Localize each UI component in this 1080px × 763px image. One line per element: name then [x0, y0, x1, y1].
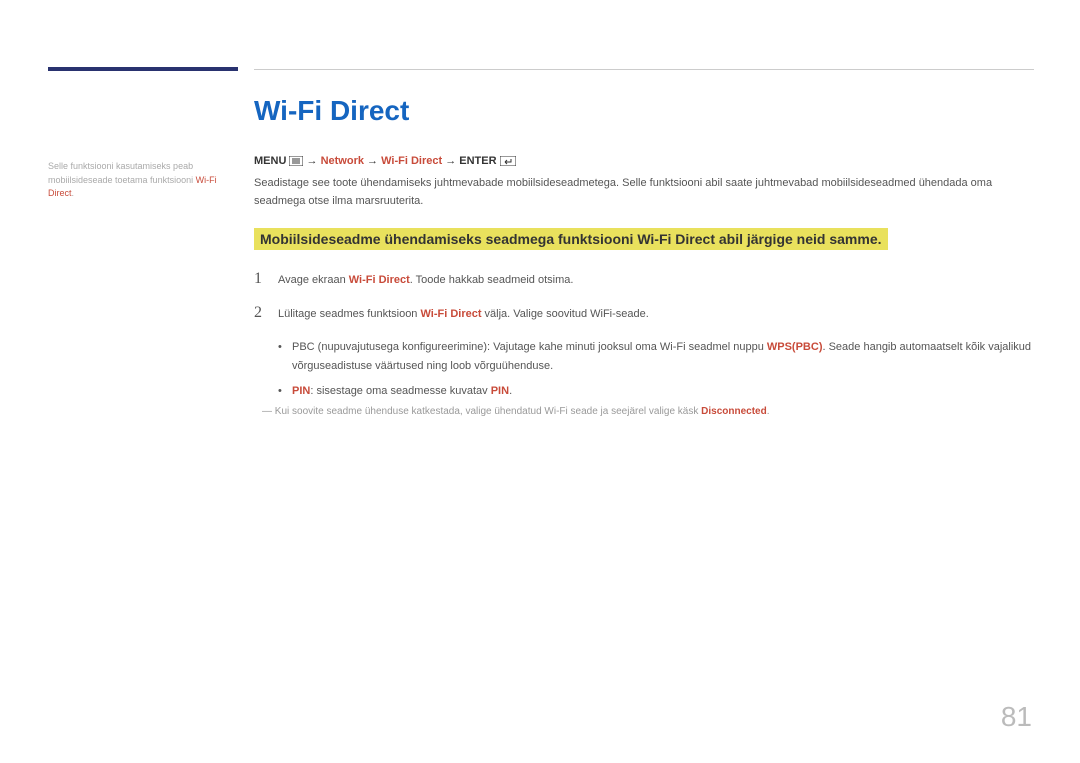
- bullet-1-text: PBC (nupuvajutusega konfigureerimine): V…: [292, 338, 1034, 375]
- step-2: 2 Lülitage seadmes funktsioon Wi-Fi Dire…: [254, 304, 1034, 322]
- step-1-number: 1: [254, 270, 278, 288]
- footnote-pre: Kui soovite seadme ühenduse katkestada, …: [275, 406, 701, 417]
- breadcrumb-arrow-2: →: [367, 155, 381, 167]
- highlight-heading: Mobiilsideseadme ühendamiseks seadmega f…: [254, 228, 888, 250]
- bullet-2: • PIN: sisestage oma seadmesse kuvatav P…: [278, 382, 1034, 401]
- sidebar-note-post: .: [72, 188, 75, 198]
- step-1-text: Avage ekraan Wi-Fi Direct. Toode hakkab …: [278, 274, 573, 286]
- step-1-red: Wi-Fi Direct: [349, 274, 410, 286]
- breadcrumb-menu: MENU: [254, 155, 286, 167]
- step-2-red: Wi-Fi Direct: [420, 308, 481, 320]
- bullet-list: • PBC (nupuvajutusega konfigureerimine):…: [278, 338, 1034, 400]
- description: Seadistage see toote ühendamiseks juhtme…: [254, 175, 1034, 210]
- step-1-post: . Toode hakkab seadmeid otsima.: [410, 274, 574, 286]
- step-2-text: Lülitage seadmes funktsioon Wi-Fi Direct…: [278, 308, 649, 320]
- header-accent-bar: [48, 67, 238, 71]
- bullet-2-mid: : sisestage oma seadmesse kuvatav: [310, 385, 490, 397]
- footnote-red: Disconnected: [701, 406, 767, 417]
- bullet-dot: •: [278, 338, 292, 375]
- main-content: Wi-Fi Direct MENU → Network → Wi-Fi Dire…: [254, 95, 1034, 417]
- step-1-pre: Avage ekraan: [278, 274, 349, 286]
- bullet-2-label: PIN: [292, 385, 310, 397]
- page-title: Wi-Fi Direct: [254, 95, 1034, 127]
- sidebar-note-pre: Selle funktsiooni kasutamiseks peab mobi…: [48, 161, 196, 185]
- step-1: 1 Avage ekraan Wi-Fi Direct. Toode hakka…: [254, 270, 1034, 288]
- step-2-number: 2: [254, 304, 278, 322]
- enter-icon: [500, 155, 516, 167]
- header-divider: [254, 69, 1034, 70]
- page-number: 81: [1001, 701, 1032, 733]
- breadcrumb-network: Network: [321, 155, 364, 167]
- step-2-pre: Lülitage seadmes funktsioon: [278, 308, 420, 320]
- bullet-dot: •: [278, 382, 292, 401]
- step-2-post: välja. Valige soovitud WiFi-seade.: [482, 308, 649, 320]
- footnote-post: .: [767, 406, 770, 417]
- sidebar-note: Selle funktsiooni kasutamiseks peab mobi…: [48, 160, 233, 201]
- bullet-2-red2: PIN: [491, 385, 509, 397]
- breadcrumb-wifidirect: Wi-Fi Direct: [381, 155, 442, 167]
- footnote: ― Kui soovite seadme ühenduse katkestada…: [262, 406, 1034, 417]
- bullet-1: • PBC (nupuvajutusega konfigureerimine):…: [278, 338, 1034, 375]
- bullet-2-post: .: [509, 385, 512, 397]
- breadcrumb: MENU → Network → Wi-Fi Direct → ENTER: [254, 155, 1034, 167]
- breadcrumb-arrow-3: →: [445, 155, 459, 167]
- bullet-2-text: PIN: sisestage oma seadmesse kuvatav PIN…: [292, 382, 512, 401]
- bullet-1-red: WPS(PBC): [767, 341, 823, 353]
- bullet-1-pre: PBC (nupuvajutusega konfigureerimine): V…: [292, 341, 767, 353]
- breadcrumb-arrow-1: →: [307, 155, 321, 167]
- menu-icon: [289, 155, 303, 167]
- breadcrumb-enter: ENTER: [459, 155, 496, 167]
